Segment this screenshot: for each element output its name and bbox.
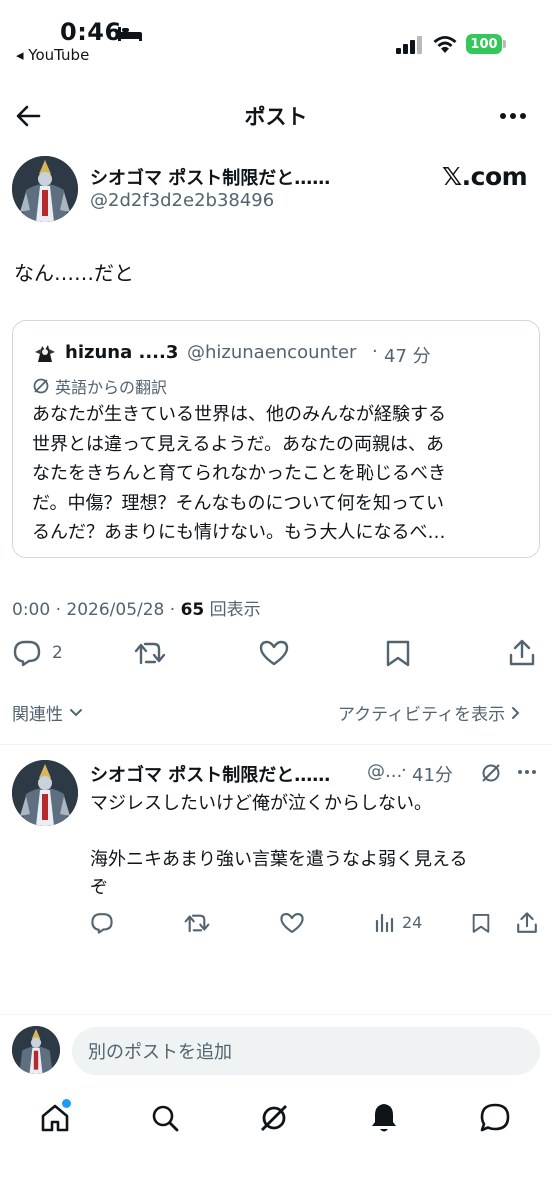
heart-icon bbox=[280, 913, 304, 933]
sleep-focus-icon bbox=[117, 26, 143, 42]
repost-icon bbox=[134, 642, 166, 665]
reply-share-button[interactable] bbox=[515, 910, 539, 936]
reply-view-count: 24 bbox=[402, 912, 423, 932]
xcom-watermark: 𝕏.com bbox=[442, 162, 528, 191]
reply-count: 2 bbox=[52, 643, 63, 663]
quoted-avatar[interactable] bbox=[32, 340, 58, 366]
quoted-post-text: あなたが生きている世界は、他のみんなが経験する 世界とは違って見えるようだ。あな… bbox=[32, 404, 446, 543]
divider bbox=[0, 744, 552, 745]
share-button[interactable] bbox=[507, 638, 537, 668]
grok-icon bbox=[261, 1105, 287, 1131]
reply-separator: · bbox=[401, 760, 407, 781]
cellular-signal-icon bbox=[396, 36, 424, 54]
sort-dropdown[interactable]: 関連性 bbox=[12, 700, 83, 725]
chevron-right-icon bbox=[512, 706, 520, 719]
reply-views-button[interactable]: 24 bbox=[374, 911, 422, 933]
sort-label: 関連性 bbox=[12, 705, 63, 725]
translation-label: 英語からの翻訳 bbox=[55, 378, 168, 397]
message-icon bbox=[480, 1103, 510, 1132]
add-post-input[interactable]: 別のポストを追加 bbox=[72, 1027, 540, 1075]
reply-bookmark-button[interactable] bbox=[470, 911, 492, 935]
reply-reply-button[interactable] bbox=[90, 911, 114, 935]
post-text: なん……だと bbox=[14, 261, 134, 285]
avatar[interactable] bbox=[12, 156, 78, 222]
back-to-app-link[interactable]: ◂ YouTube bbox=[16, 46, 89, 64]
analytics-icon bbox=[375, 913, 394, 933]
author-handle[interactable]: @2d2f3d2e2b38496 bbox=[90, 190, 274, 211]
reply-timestamp[interactable]: 41分 bbox=[412, 761, 453, 787]
reply-avatar[interactable] bbox=[12, 760, 78, 826]
notification-dot bbox=[62, 1099, 71, 1108]
status-clock: 0:46 bbox=[60, 18, 122, 46]
view-activity-link[interactable]: アクティビティを表示 bbox=[338, 700, 521, 725]
page-title: ポスト bbox=[244, 105, 308, 129]
reply-more-button[interactable] bbox=[516, 764, 538, 780]
bell-icon bbox=[372, 1104, 396, 1132]
post-timestamp: 0:00 · 2026/05/28 · bbox=[12, 600, 181, 620]
nav-grok[interactable] bbox=[257, 1101, 291, 1135]
composer-avatar bbox=[12, 1026, 60, 1074]
reply-author-name[interactable]: シオゴマ ポスト制限だと…… bbox=[90, 761, 330, 787]
share-icon bbox=[509, 639, 535, 666]
like-button[interactable] bbox=[258, 639, 290, 667]
search-icon bbox=[152, 1105, 179, 1132]
repost-button[interactable] bbox=[134, 639, 166, 667]
reply-like-button[interactable] bbox=[279, 911, 305, 935]
reply-text: マジレスしたいけど俺が泣くからしない。 海外ニキあまり強い言葉を遣うなよ弱く見え… bbox=[90, 793, 468, 898]
more-options-button[interactable] bbox=[496, 104, 530, 128]
repost-icon bbox=[184, 914, 210, 933]
views-label: 回表示 bbox=[204, 600, 261, 620]
nav-messages[interactable] bbox=[478, 1101, 512, 1135]
reply-author-handle[interactable]: @... bbox=[367, 761, 402, 782]
reply-button[interactable]: 2 bbox=[12, 639, 63, 667]
bookmark-button[interactable] bbox=[383, 639, 413, 667]
nav-search[interactable] bbox=[149, 1102, 181, 1134]
quoted-separator: · bbox=[372, 341, 378, 362]
bookmark-icon bbox=[472, 913, 490, 933]
grok-icon bbox=[482, 764, 500, 782]
view-count: 65 bbox=[180, 600, 205, 620]
divider bbox=[0, 1014, 552, 1015]
wifi-icon bbox=[432, 34, 458, 54]
activity-label: アクティビティを表示 bbox=[338, 705, 506, 725]
more-horizontal-icon bbox=[500, 113, 526, 119]
more-horizontal-icon bbox=[518, 770, 536, 774]
reply-repost-button[interactable] bbox=[184, 911, 210, 935]
post-meta: 0:00 · 2026/05/28 · 65 回表示 bbox=[12, 595, 261, 620]
grok-button[interactable] bbox=[480, 762, 502, 784]
battery-level: 100 bbox=[466, 34, 502, 54]
composer-placeholder: 別のポストを追加 bbox=[88, 1042, 232, 1063]
quoted-author-handle: @hizunaencounter bbox=[187, 342, 357, 363]
quoted-timestamp: 47 分 bbox=[384, 346, 431, 367]
bookmark-icon bbox=[386, 640, 410, 667]
heart-icon bbox=[259, 640, 289, 666]
comment-icon bbox=[13, 640, 41, 667]
nav-notifications[interactable] bbox=[368, 1101, 400, 1135]
chevron-down-icon bbox=[70, 708, 82, 716]
author-name[interactable]: シオゴマ ポスト制限だと…… bbox=[90, 164, 330, 190]
battery-tip bbox=[503, 40, 506, 48]
quoted-author-name: hizuna ....3 bbox=[65, 342, 179, 363]
comment-icon bbox=[91, 913, 113, 934]
translate-icon bbox=[32, 377, 50, 395]
share-icon bbox=[517, 912, 537, 933]
